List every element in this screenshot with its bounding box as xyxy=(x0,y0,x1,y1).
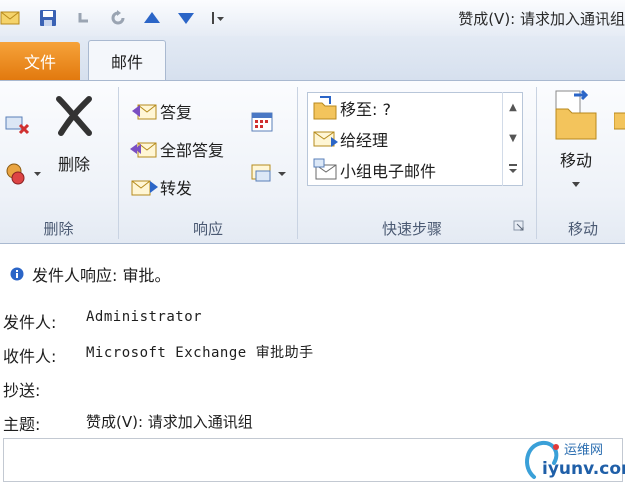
reply-button[interactable]: 答复 xyxy=(130,99,192,123)
info-bar: 发件人响应: 审批。 xyxy=(0,258,170,290)
quicksteps-gallery: 移至: ? 给经理 小组电子邮件 xyxy=(307,92,523,186)
ignore-button[interactable] xyxy=(4,111,32,137)
tab-mail[interactable]: 邮件 xyxy=(88,40,166,81)
to-manager-icon xyxy=(313,131,338,147)
expand-gallery-icon[interactable] xyxy=(503,154,523,184)
undo-icon xyxy=(78,13,88,23)
scroll-up-icon[interactable]: ▲ xyxy=(503,92,523,122)
save-button[interactable] xyxy=(38,8,58,28)
cc-label: 抄送: xyxy=(3,381,41,400)
move-folder-icon xyxy=(555,89,597,140)
rules-button[interactable] xyxy=(614,111,625,131)
title-bar: 赞成(V): 请求加入通讯组 xyxy=(0,0,625,36)
reply-label: 答复 xyxy=(160,103,193,122)
redo-icon xyxy=(111,10,125,25)
respond-group: 答复 全部答复 转发 响应 xyxy=(120,81,296,243)
delete-group-label: 删除 xyxy=(43,220,74,238)
cleanup-button[interactable] xyxy=(4,161,42,187)
forward-button[interactable]: 转发 xyxy=(130,175,192,199)
mail-envelope-icon xyxy=(0,8,20,28)
save-icon xyxy=(40,10,56,26)
to-value[interactable]: Microsoft Exchange 审批助手 xyxy=(86,342,314,362)
more-respond-icon xyxy=(251,164,286,182)
quickstep-to-manager[interactable]: 给经理 xyxy=(312,126,388,152)
customize-qat-button[interactable] xyxy=(208,8,228,28)
redo-button[interactable] xyxy=(108,8,128,28)
ignore-icon xyxy=(5,116,30,135)
move-button-label: 移动 xyxy=(559,151,592,170)
quickstep-move-to-label: 移至: ? xyxy=(340,100,391,119)
subject-label: 主题: xyxy=(3,415,41,434)
window-title: 赞成(V): 请求加入通讯组 xyxy=(458,10,625,28)
reply-icon xyxy=(132,104,157,120)
quickstep-team-email[interactable]: 小组电子邮件 xyxy=(312,157,436,183)
forward-icon xyxy=(131,180,158,196)
group-divider xyxy=(297,87,298,239)
group-divider xyxy=(536,87,537,239)
chevron-down-icon xyxy=(212,12,224,24)
chevron-down-icon xyxy=(572,182,580,187)
to-value-text: Microsoft Exchange 审批助手 xyxy=(86,345,314,361)
delete-button[interactable]: 删除 xyxy=(53,95,95,175)
move-button[interactable]: 移动 xyxy=(552,89,600,189)
undo-button[interactable] xyxy=(74,8,94,28)
watermark-text-cn: 运维网 xyxy=(564,443,604,458)
previous-item-button[interactable] xyxy=(142,8,162,28)
site-watermark: 运维网 iyunv.com xyxy=(520,437,625,482)
info-bar-text: 发件人响应: 审批。 xyxy=(32,266,171,285)
forward-label: 转发 xyxy=(160,179,193,198)
quickstep-team-email-label: 小组电子邮件 xyxy=(340,162,437,181)
reply-all-icon xyxy=(130,142,157,158)
group-divider xyxy=(118,87,119,239)
calendar-icon xyxy=(251,112,273,132)
team-email-icon xyxy=(313,158,337,180)
quickstep-move-to[interactable]: 移至: ? xyxy=(312,95,391,121)
dialog-launcher-icon[interactable] xyxy=(513,220,525,232)
info-icon xyxy=(10,267,24,281)
respond-group-label: 响应 xyxy=(192,220,223,238)
more-respond-button[interactable] xyxy=(248,161,288,187)
from-label: 发件人: xyxy=(3,313,57,332)
delete-button-label: 删除 xyxy=(57,155,90,174)
next-item-button[interactable] xyxy=(176,8,196,28)
quicksteps-group-label: 快速步骤 xyxy=(381,220,442,238)
arrow-up-icon xyxy=(144,12,160,23)
reply-all-label: 全部答复 xyxy=(160,141,225,160)
quicksteps-scrollbar[interactable]: ▲ ▼ xyxy=(502,92,523,186)
ribbon-tabs: 文件 邮件 xyxy=(0,36,625,81)
scroll-down-icon[interactable]: ▼ xyxy=(503,123,523,153)
reply-all-button[interactable]: 全部答复 xyxy=(130,137,224,161)
quickstep-to-manager-label: 给经理 xyxy=(340,131,389,150)
tab-file[interactable]: 文件 xyxy=(0,42,80,80)
from-value[interactable]: Administrator xyxy=(86,309,202,325)
move-group-label: 移动 xyxy=(568,220,599,238)
delete-group: 删除 删除 xyxy=(0,81,117,243)
watermark-text-url: iyunv.com xyxy=(542,459,625,479)
move-to-folder-icon xyxy=(313,96,337,120)
delete-x-icon xyxy=(56,96,92,136)
to-label: 收件人: xyxy=(3,347,57,366)
arrow-down-icon xyxy=(178,13,194,24)
meeting-button[interactable] xyxy=(248,109,278,135)
rules-icon xyxy=(614,112,625,130)
cleanup-icon xyxy=(6,163,41,185)
subject-value: 赞成(V): 请求加入通讯组 xyxy=(86,413,253,431)
move-group: 移动 移动 xyxy=(538,81,625,243)
